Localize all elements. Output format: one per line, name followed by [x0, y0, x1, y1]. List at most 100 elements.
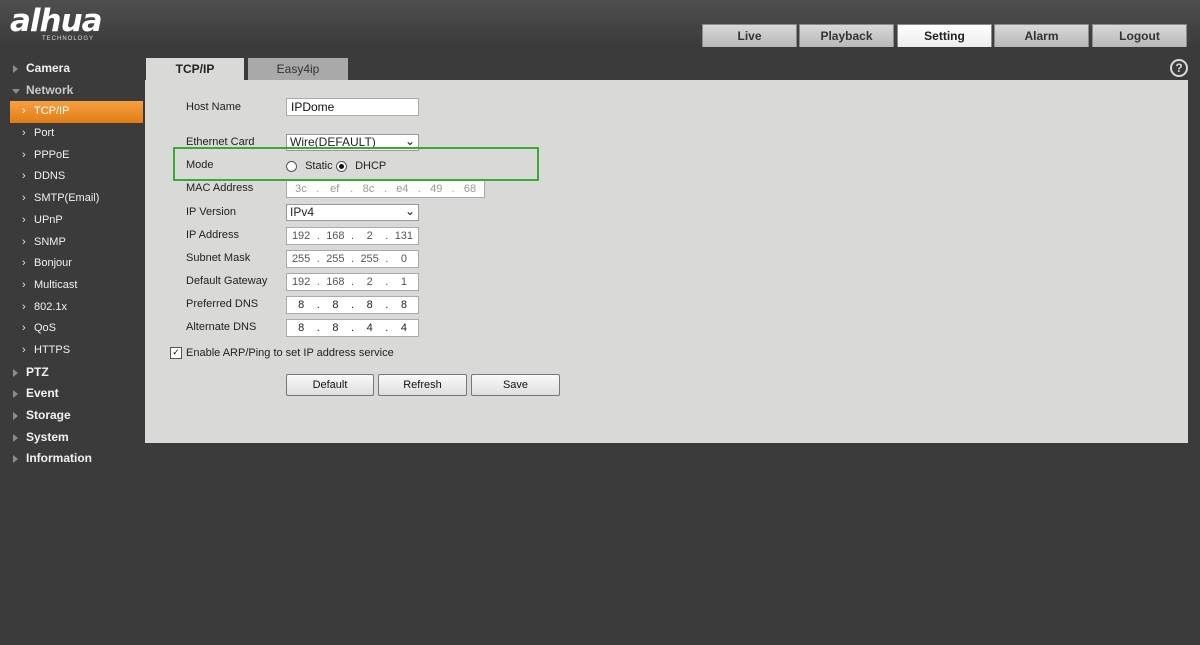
- sidebar-item-label: Network: [26, 82, 74, 97]
- ip-octet[interactable]: 255: [321, 253, 349, 265]
- sidebar-item-information[interactable]: Information: [0, 448, 143, 470]
- sidebar-item-label: Camera: [26, 61, 71, 75]
- arp-ping-label: Enable ARP/Ping to set IP address servic…: [186, 347, 394, 359]
- settings-sidebar: Camera Network › TCP/IP › Port › PPPoE ›…: [0, 58, 143, 470]
- sidebar-item-ptz[interactable]: PTZ: [0, 362, 143, 384]
- sidebar-item-https[interactable]: › HTTPS: [0, 340, 143, 362]
- default-button[interactable]: Default: [286, 374, 374, 396]
- sidebar-item-multicast[interactable]: › Multicast: [0, 275, 143, 297]
- ip-octet[interactable]: 192: [287, 230, 315, 242]
- collapsed-arrow-icon: [13, 390, 18, 399]
- ip-octet[interactable]: 255: [287, 253, 315, 265]
- sidebar-item-bonjour[interactable]: › Bonjour: [0, 253, 143, 275]
- mode-dhcp-option[interactable]: DHCP: [336, 160, 386, 172]
- ip-octet[interactable]: 8: [356, 299, 384, 311]
- alternate-dns-input[interactable]: 8. 8. 4. 4: [286, 319, 419, 337]
- tcpip-settings-panel: Host Name IPDome Ethernet Card Wire(DEFA…: [145, 80, 1188, 443]
- chevron-right-icon: ›: [22, 213, 26, 226]
- chevron-right-icon: ›: [22, 170, 26, 183]
- default-gateway-label: Default Gateway: [186, 275, 268, 287]
- collapsed-arrow-icon: [13, 412, 18, 420]
- tab-easy4ip[interactable]: Easy4ip: [248, 58, 348, 80]
- mac-octet: 3c: [295, 183, 307, 195]
- help-icon[interactable]: ?: [1170, 59, 1188, 77]
- radio-static[interactable]: [286, 160, 297, 172]
- ip-octet[interactable]: 1: [390, 276, 418, 288]
- collapsed-arrow-icon: [13, 455, 18, 464]
- host-name-label: Host Name: [186, 101, 242, 113]
- ip-octet[interactable]: 131: [390, 230, 418, 242]
- chevron-right-icon: ›: [22, 105, 26, 118]
- ip-octet[interactable]: 2: [356, 230, 384, 242]
- nav-tab-playback[interactable]: Playback: [799, 24, 894, 47]
- mode-static-label: Static: [305, 160, 333, 172]
- sidebar-item-tcpip[interactable]: › TCP/IP: [10, 101, 143, 124]
- arp-ping-checkbox[interactable]: ✓: [170, 347, 182, 359]
- sidebar-item-port[interactable]: › Port: [0, 123, 143, 145]
- nav-tab-alarm[interactable]: Alarm: [994, 24, 1089, 47]
- sidebar-item-label: TCP/IP: [34, 105, 70, 118]
- nav-tab-live[interactable]: Live: [702, 24, 797, 47]
- chevron-right-icon: ›: [22, 192, 26, 205]
- sidebar-item-network[interactable]: Network: [0, 80, 143, 102]
- ip-octet[interactable]: 168: [321, 276, 349, 288]
- nav-tab-logout[interactable]: Logout: [1092, 24, 1187, 47]
- sidebar-item-label: Port: [34, 127, 55, 140]
- sidebar-item-8021x[interactable]: › 802.1x: [0, 297, 143, 319]
- save-button[interactable]: Save: [471, 374, 560, 396]
- sidebar-item-label: Multicast: [34, 278, 78, 291]
- collapsed-arrow-icon: [13, 433, 18, 442]
- mode-static-option[interactable]: Static: [286, 160, 333, 172]
- ip-octet[interactable]: 2: [356, 276, 384, 288]
- subnet-mask-input[interactable]: 255. 255. 255. 0: [286, 250, 419, 268]
- expanded-arrow-icon: [12, 88, 20, 94]
- sidebar-item-upnp[interactable]: › UPnP: [0, 210, 143, 232]
- ip-octet[interactable]: 8: [321, 299, 349, 311]
- nav-tab-setting[interactable]: Setting: [897, 24, 992, 47]
- ip-octet[interactable]: 255: [356, 253, 384, 265]
- sidebar-item-label: PPPoE: [34, 148, 70, 161]
- preferred-dns-input[interactable]: 8. 8. 8. 8: [286, 296, 419, 314]
- sidebar-item-label: Event: [26, 386, 59, 401]
- sidebar-item-label: Bonjour: [34, 257, 72, 270]
- ip-version-select[interactable]: IPv4 ⌄: [286, 204, 419, 221]
- ip-octet[interactable]: 8: [287, 322, 315, 334]
- subnet-mask-label: Subnet Mask: [186, 252, 251, 264]
- sidebar-item-label: Information: [26, 451, 92, 466]
- ip-octet[interactable]: 8: [390, 299, 418, 311]
- brand-logo: alhua TECHNOLOGY: [10, 6, 103, 43]
- sidebar-item-label: HTTPS: [34, 343, 71, 356]
- sidebar-item-smtp[interactable]: › SMTP(Email): [0, 188, 143, 210]
- mode-label: Mode: [186, 159, 214, 171]
- ip-octet[interactable]: 8: [287, 299, 315, 311]
- ip-octet[interactable]: 8: [321, 322, 349, 334]
- mac-address-field: 3c. ef. 8c. e4. 49. 68: [286, 180, 485, 198]
- chevron-right-icon: ›: [22, 322, 26, 335]
- ip-octet[interactable]: 0: [390, 253, 418, 265]
- ip-octet[interactable]: 4: [356, 322, 384, 334]
- radio-dhcp[interactable]: [336, 160, 347, 172]
- host-name-input[interactable]: IPDome: [286, 98, 419, 116]
- preferred-dns-label: Preferred DNS: [186, 298, 259, 310]
- sidebar-item-pppoe[interactable]: › PPPoE: [0, 145, 143, 167]
- sidebar-item-camera[interactable]: Camera: [0, 58, 143, 80]
- ip-octet[interactable]: 192: [287, 276, 315, 288]
- sidebar-item-ddns[interactable]: › DDNS: [0, 166, 143, 188]
- ethernet-card-label: Ethernet Card: [186, 136, 255, 148]
- sidebar-item-label: UPnP: [34, 213, 63, 226]
- tab-tcpip[interactable]: TCP/IP: [146, 58, 244, 80]
- ip-octet[interactable]: 4: [390, 322, 418, 334]
- collapsed-arrow-icon: [13, 368, 18, 377]
- default-gateway-input[interactable]: 192. 168. 2. 1: [286, 273, 419, 291]
- refresh-button[interactable]: Refresh: [378, 374, 467, 396]
- mac-octet: 8c: [362, 183, 375, 195]
- ethernet-card-select[interactable]: Wire(DEFAULT) ⌄: [286, 134, 419, 151]
- sidebar-item-event[interactable]: Event: [0, 383, 143, 405]
- sidebar-item-qos[interactable]: › QoS: [0, 318, 143, 340]
- ip-octet[interactable]: 168: [321, 230, 349, 242]
- ip-address-input[interactable]: 192. 168. 2. 131: [286, 227, 419, 245]
- sidebar-item-system[interactable]: System: [0, 427, 143, 449]
- sidebar-item-snmp[interactable]: › SNMP: [0, 232, 143, 254]
- chevron-right-icon: ›: [22, 235, 26, 248]
- sidebar-item-storage[interactable]: Storage: [0, 405, 143, 427]
